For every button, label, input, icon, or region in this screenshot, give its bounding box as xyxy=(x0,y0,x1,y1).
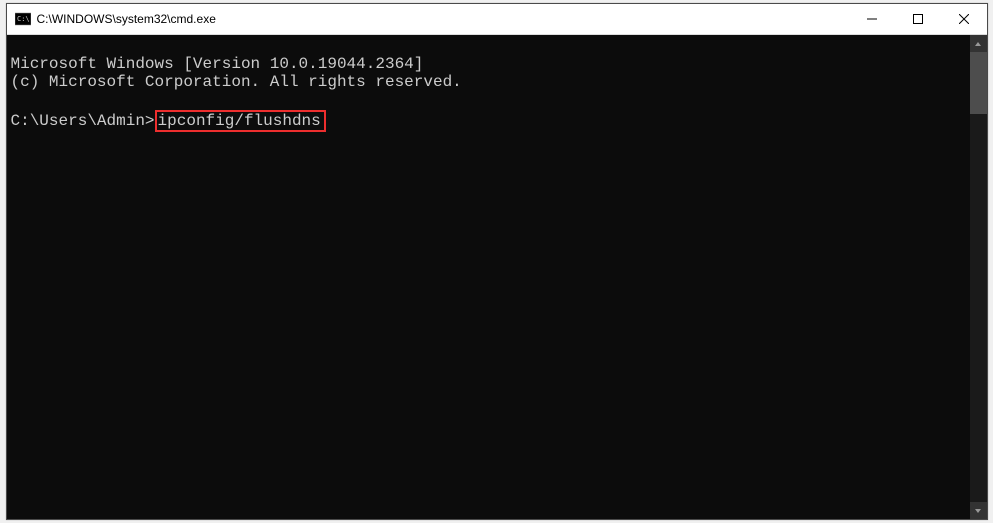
cmd-icon: C:\ xyxy=(15,11,31,27)
console-version-line: Microsoft Windows [Version 10.0.19044.23… xyxy=(11,55,424,73)
console-copyright-line: (c) Microsoft Corporation. All rights re… xyxy=(11,73,462,91)
blank-line xyxy=(11,91,983,109)
window-controls xyxy=(849,4,987,34)
prompt: C:\Users\Admin> xyxy=(11,112,155,130)
cmd-window: C:\ C:\WINDOWS\system32\cmd.exe Microsof… xyxy=(6,3,988,520)
close-button[interactable] xyxy=(941,4,987,34)
maximize-button[interactable] xyxy=(895,4,941,34)
console-content: Microsoft Windows [Version 10.0.19044.23… xyxy=(7,35,987,152)
console-area[interactable]: Microsoft Windows [Version 10.0.19044.23… xyxy=(7,35,987,519)
vertical-scrollbar[interactable] xyxy=(970,35,987,519)
highlighted-command: ipconfig/flushdns xyxy=(155,110,326,132)
scroll-down-button[interactable] xyxy=(970,502,987,519)
titlebar[interactable]: C:\ C:\WINDOWS\system32\cmd.exe xyxy=(7,4,987,35)
svg-text:C:\: C:\ xyxy=(17,15,30,23)
minimize-button[interactable] xyxy=(849,4,895,34)
scroll-up-button[interactable] xyxy=(970,35,987,52)
window-title: C:\WINDOWS\system32\cmd.exe xyxy=(37,12,849,26)
scrollbar-thumb[interactable] xyxy=(970,52,987,114)
scrollbar-track[interactable] xyxy=(970,52,987,502)
